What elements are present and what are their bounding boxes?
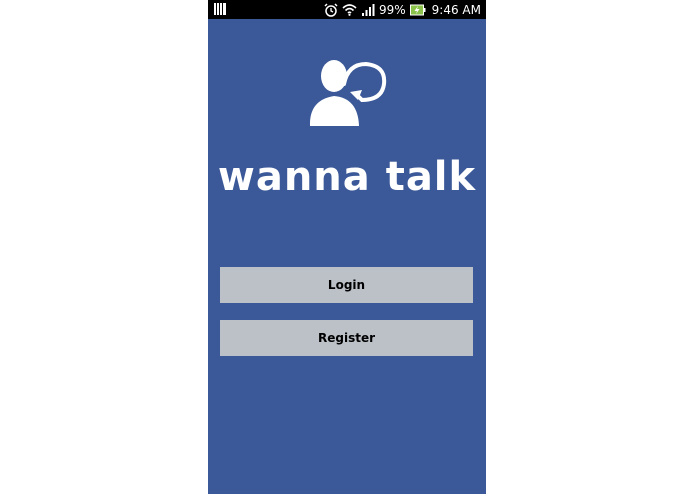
register-button[interactable]: Register (220, 320, 473, 356)
battery-percent: 99% (379, 3, 406, 17)
login-button[interactable]: Login (220, 267, 473, 303)
register-button-label: Register (317, 331, 376, 345)
status-bar: 99% 9:46 AM (208, 0, 486, 19)
clock: 9:46 AM (431, 3, 481, 17)
phone-screen: 99% 9:46 AM wanna talk Login Register (208, 0, 486, 494)
status-right: 99% 9:46 AM (324, 2, 481, 18)
login-button-label: Login (327, 278, 366, 292)
notification-bars-icon (214, 3, 226, 15)
signal-icon (362, 4, 375, 16)
app-title: wanna talk (217, 154, 477, 200)
alarm-icon (324, 3, 338, 17)
battery-charging-icon (409, 4, 426, 16)
wifi-icon (342, 4, 357, 16)
person-speech-icon (309, 60, 387, 126)
